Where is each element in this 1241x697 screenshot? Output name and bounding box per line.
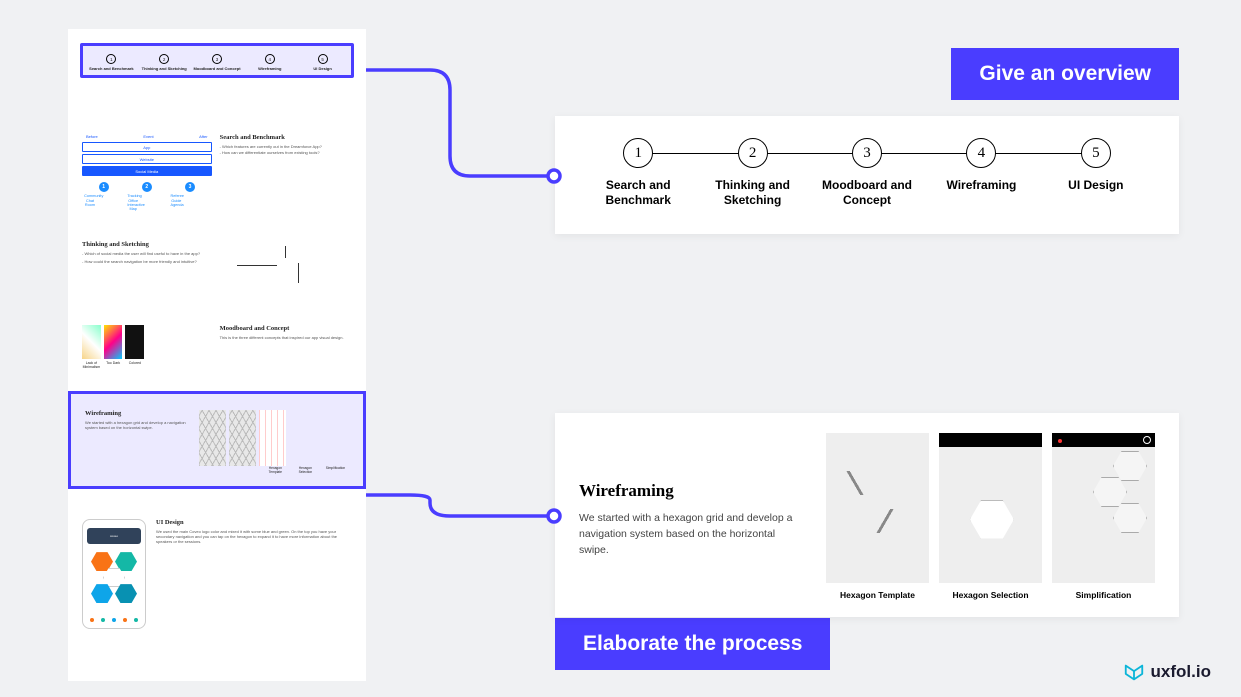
step-2: 2Thinking and Sketching [695,138,809,208]
logo-icon [1123,661,1145,683]
wf-img-hexagon-selection [939,433,1042,583]
step-3: 3Moodboard and Concept [810,138,924,208]
wf-img-hexagon-template [826,433,929,583]
wf-title: Wireframing [579,481,804,501]
sketch-diagram [218,241,352,301]
logo-text: uxfol.io [1151,662,1211,682]
mini-stepper-highlight: 1Search and Benchmark 2Thinking and Sket… [80,43,354,78]
callout-give-overview: Give an overview [951,48,1179,100]
portfolio-page-mock: 1Search and Benchmark 2Thinking and Sket… [68,29,366,681]
step-5: 5UI Design [1039,138,1153,193]
callout-elaborate-process: Elaborate the process [555,618,830,670]
uxfolio-logo: uxfol.io [1123,661,1211,683]
phone-mock: coveo [82,519,146,629]
wf-img-simplification [1052,433,1155,583]
step-1: 1Search and Benchmark [581,138,695,208]
section-wireframing-highlight: Wireframing We started with a hexagon gr… [68,391,366,489]
section-search-benchmark: Before Event After App Website Social Me… [82,134,352,211]
section-ui-design: coveo UI Design We used the main Coveo l… [82,519,352,629]
overview-card: 1Search and Benchmark 2Thinking and Sket… [555,116,1179,234]
section-thinking-sketching: Thinking and Sketching - Which of social… [82,241,352,301]
section-moodboard: Lack of Minimalism Too Dark Colored Mood… [82,325,352,369]
sb-title: Search and Benchmark [220,134,322,141]
wireframing-card: Wireframing We started with a hexagon gr… [555,413,1179,617]
wf-body: We started with a hexagon grid and devel… [579,511,804,558]
step-4: 4Wireframing [924,138,1038,193]
